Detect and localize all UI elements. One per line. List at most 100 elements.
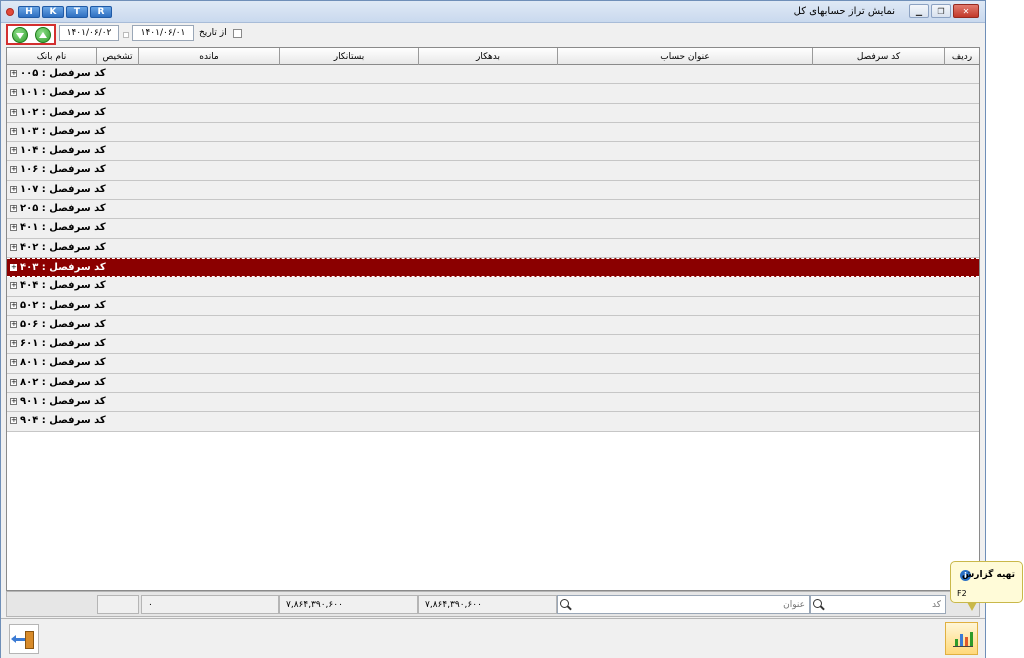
- column-row-number[interactable]: ردیف: [944, 48, 979, 65]
- group-row[interactable]: + کد سرفصل : ۵۰۲: [7, 296, 979, 316]
- accounts-grid: ردیف کد سرفصل عنوان حساب بدهکار بستانکار…: [6, 47, 980, 591]
- expand-icon[interactable]: +: [10, 263, 17, 271]
- title-bar: H K T R نمایش تراز حسابهای کل ▁ ❐ ✕: [1, 1, 985, 23]
- expand-icon[interactable]: +: [10, 359, 17, 367]
- group-label: کد سرفصل : ۵۰۶: [20, 318, 106, 330]
- status-total: [97, 595, 139, 614]
- group-row[interactable]: + کد سرفصل : ۱۰۳: [7, 122, 979, 143]
- group-label: کد سرفصل : ۴۰۱: [20, 222, 106, 234]
- group-row[interactable]: + کد سرفصل : ۴۰۴: [7, 277, 979, 297]
- expand-icon[interactable]: +: [10, 185, 17, 193]
- group-row[interactable]: + کد سرفصل : ۹۰۱: [7, 393, 979, 413]
- door-icon: [25, 631, 34, 649]
- to-date-field[interactable]: ۱۴۰۱/۰۶/۰۲: [59, 25, 119, 41]
- expand-icon[interactable]: +: [10, 70, 17, 77]
- expand-icon[interactable]: +: [10, 398, 17, 406]
- hotkey-k-button[interactable]: K: [42, 6, 64, 18]
- chart-bar-icon: [955, 639, 958, 646]
- close-dot-icon[interactable]: [6, 8, 14, 16]
- column-account-title[interactable]: عنوان حساب: [557, 48, 812, 65]
- code-filter-input[interactable]: [827, 598, 941, 611]
- expand-icon[interactable]: +: [10, 89, 17, 97]
- group-row[interactable]: + کد سرفصل : ۱۰۶: [7, 161, 979, 181]
- group-label: کد سرفصل : ۴۰۲: [20, 241, 106, 253]
- expand-icon[interactable]: +: [10, 147, 17, 155]
- group-label: کد سرفصل : ۹۰۱: [20, 396, 106, 408]
- group-label: کد سرفصل : ۱۰۲: [20, 106, 106, 118]
- close-icon[interactable]: ✕: [953, 4, 979, 18]
- hotkey-t-button[interactable]: T: [66, 6, 88, 18]
- arrow-up-icon[interactable]: [34, 26, 51, 43]
- tooltip-shortcut: F2: [957, 589, 967, 598]
- group-row[interactable]: + کد سرفصل : ۴۰۲: [7, 238, 979, 258]
- group-row[interactable]: + کد سرفصل : ۱۰۱: [7, 84, 979, 104]
- group-row[interactable]: + کد سرفصل : ۵۰۶: [7, 315, 979, 336]
- group-row[interactable]: + کد سرفصل : ۴۰۱: [7, 219, 979, 239]
- column-balance[interactable]: مانده: [138, 48, 279, 65]
- column-account-code[interactable]: کد سرفصل: [812, 48, 944, 65]
- prepare-report-button[interactable]: [945, 622, 978, 655]
- filter-toolbar: ۱۴۰۱/۰۶/۰۲ ۱۴۰۱/۰۶/۰۱ از تاریخ: [1, 23, 985, 47]
- expand-icon[interactable]: +: [10, 127, 17, 135]
- group-label: کد سرفصل : ۴۰۴: [20, 280, 106, 292]
- expand-icon[interactable]: +: [10, 243, 17, 251]
- restore-icon[interactable]: ❐: [931, 4, 951, 18]
- code-filter[interactable]: [810, 595, 946, 614]
- expand-icon[interactable]: +: [10, 282, 17, 290]
- expand-icon[interactable]: +: [10, 340, 17, 348]
- column-account-code-label: کد سرفصل: [856, 51, 901, 62]
- group-row[interactable]: + کد سرفصل : ۱۰۲: [7, 103, 979, 123]
- expand-icon[interactable]: +: [10, 166, 17, 174]
- title-filter-input[interactable]: [574, 598, 805, 611]
- search-icon: [560, 599, 569, 608]
- group-row[interactable]: + کد سرفصل : ۱۰۷: [7, 180, 979, 201]
- expand-icon[interactable]: +: [10, 205, 17, 213]
- arrow-down-icon[interactable]: [11, 26, 28, 43]
- group-row[interactable]: + کد سرفصل : ۸۰۲: [7, 373, 979, 394]
- from-date-checkbox[interactable]: [233, 29, 242, 38]
- column-debit[interactable]: بدهکار: [418, 48, 557, 65]
- group-row[interactable]: + کد سرفصل : ۱۰۴: [7, 142, 979, 162]
- minimize-icon[interactable]: ▁: [909, 4, 929, 18]
- group-label: کد سرفصل : ۴۰۳: [20, 261, 106, 273]
- navigation-buttons: [6, 24, 56, 45]
- hotkey-bar: H K T R: [18, 6, 112, 18]
- expand-icon[interactable]: +: [10, 108, 17, 116]
- hotkey-r-button[interactable]: R: [90, 6, 112, 18]
- report-window: H K T R نمایش تراز حسابهای کل ▁ ❐ ✕ ۱۴۰۱…: [0, 0, 986, 658]
- report-tooltip: i تهیه گزارش F2: [950, 561, 1023, 611]
- group-label: کد سرفصل : ۸۰۱: [20, 357, 106, 369]
- debit-total: ۷,۸۶۴,۳۹۰,۶۰۰: [418, 595, 557, 614]
- column-credit[interactable]: بستانکار: [279, 48, 418, 65]
- group-row[interactable]: + کد سرفصل : ۰۰۵: [7, 65, 979, 85]
- chart-bar-icon: [965, 637, 968, 646]
- group-label: کد سرفصل : ۱۰۳: [20, 125, 106, 137]
- group-label: کد سرفصل : ۵۰۲: [20, 299, 106, 311]
- credit-total: ۷,۸۶۴,۳۹۰,۶۰۰: [279, 595, 418, 614]
- exit-button[interactable]: [9, 624, 39, 654]
- hotkey-h-button[interactable]: H: [18, 6, 40, 18]
- group-label: کد سرفصل : ۱۰۱: [20, 87, 106, 99]
- window-title: نمایش تراز حسابهای کل: [793, 6, 895, 17]
- group-row[interactable]: + کد سرفصل : ۶۰۱: [7, 335, 979, 355]
- title-filter[interactable]: [557, 595, 810, 614]
- from-date-field[interactable]: ۱۴۰۱/۰۶/۰۱: [132, 25, 194, 41]
- group-row-selected[interactable]: + کد سرفصل : ۴۰۳: [7, 257, 979, 278]
- expand-icon[interactable]: +: [10, 417, 17, 425]
- group-label: کد سرفصل : ۱۰۶: [20, 164, 106, 176]
- group-row[interactable]: + کد سرفصل : ۲۰۵: [7, 200, 979, 220]
- group-label: کد سرفصل : ۰۰۵: [20, 68, 106, 79]
- balance-total: ۰: [141, 595, 279, 614]
- group-row[interactable]: + کد سرفصل : ۹۰۴: [7, 412, 979, 432]
- expand-icon[interactable]: +: [10, 224, 17, 232]
- totals-footer: ۷,۸۶۴,۳۹۰,۶۰۰ ۷,۸۶۴,۳۹۰,۶۰۰ ۰: [6, 591, 980, 617]
- column-bank-name[interactable]: نام بانک: [7, 48, 96, 65]
- grid-rows: + کد سرفصل : ۰۰۵ + کد سرفصل : ۱۰۱ + کد سرفص…: [7, 65, 979, 432]
- to-date-checkbox[interactable]: [123, 32, 129, 38]
- window-controls: ▁ ❐ ✕: [909, 4, 979, 18]
- expand-icon[interactable]: +: [10, 320, 17, 328]
- expand-icon[interactable]: +: [10, 378, 17, 386]
- column-status[interactable]: تشخیص: [96, 48, 138, 65]
- group-row[interactable]: + کد سرفصل : ۸۰۱: [7, 354, 979, 374]
- expand-icon[interactable]: +: [10, 301, 17, 309]
